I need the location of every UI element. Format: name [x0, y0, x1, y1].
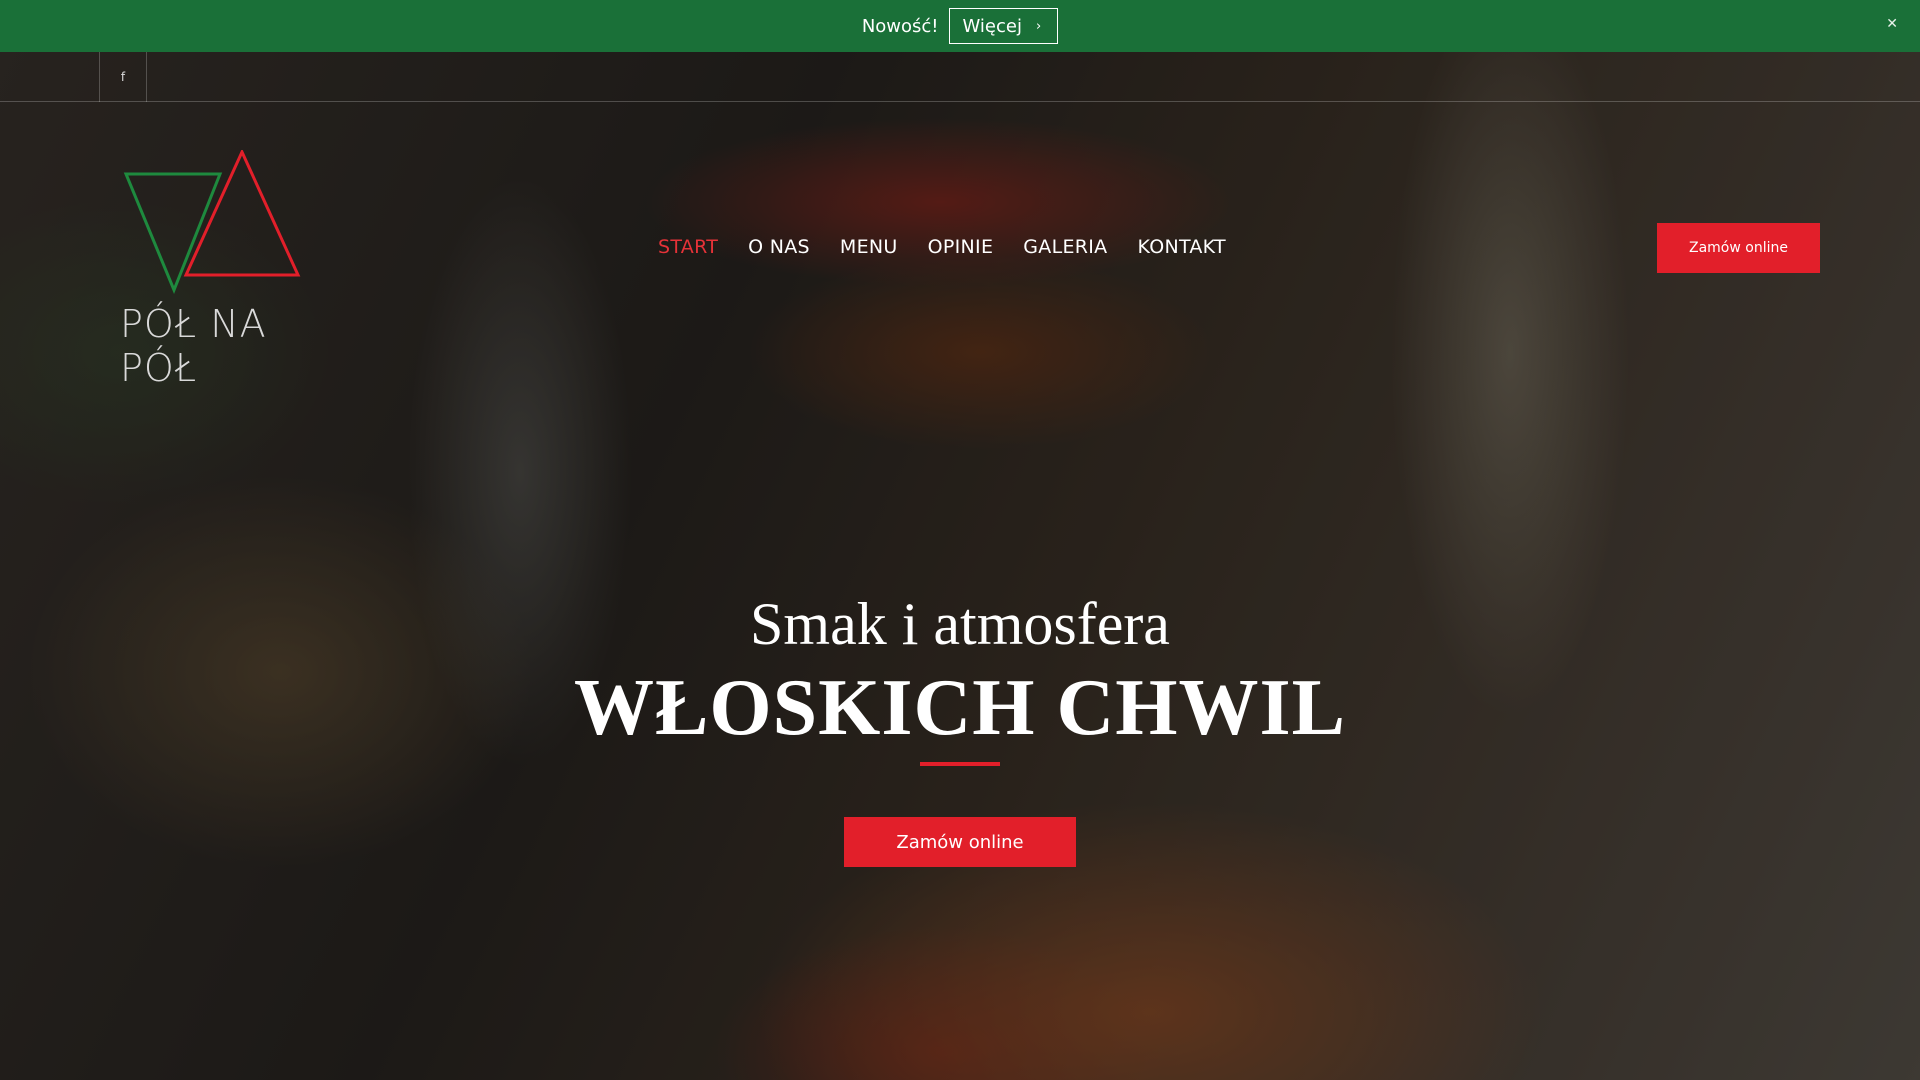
order-online-header-button[interactable]: Zamów online: [1657, 223, 1820, 273]
facebook-icon[interactable]: f: [99, 52, 147, 102]
nav-item-menu[interactable]: MENU: [840, 236, 898, 258]
nav-item-opinie[interactable]: OPINIE: [928, 236, 994, 258]
announcement-text: Nowość!: [861, 15, 939, 37]
nav-item-start[interactable]: START: [658, 236, 718, 258]
announcement-bar: Nowość! Więcej › ✕: [0, 0, 1920, 52]
logo[interactable]: PÓŁ NA PÓŁ: [120, 148, 340, 390]
main-nav: START O NAS MENU OPINIE GALERIA KONTAKT: [658, 236, 1226, 258]
more-button-label: Więcej: [962, 15, 1022, 37]
nav-item-galeria[interactable]: GALERIA: [1023, 236, 1107, 258]
hero-divider: [920, 762, 1000, 766]
hero-title: WŁOSKICH CHWIL: [574, 664, 1346, 752]
close-icon[interactable]: ✕: [1886, 16, 1898, 32]
nav-item-o-nas[interactable]: O NAS: [748, 236, 810, 258]
more-button[interactable]: Więcej ›: [948, 8, 1059, 44]
hero-subtitle: Smak i atmosfera: [750, 591, 1170, 657]
nav-item-kontakt[interactable]: KONTAKT: [1137, 236, 1225, 258]
utility-bar: f: [0, 52, 1920, 102]
logo-text: PÓŁ NA PÓŁ: [120, 302, 267, 390]
hero-headline: Smak i atmosfera WŁOSKICH CHWIL: [0, 590, 1920, 754]
order-online-hero-button[interactable]: Zamów online: [844, 817, 1076, 867]
chevron-right-icon: ›: [1035, 18, 1042, 34]
logo-triangles-icon: [123, 148, 301, 294]
